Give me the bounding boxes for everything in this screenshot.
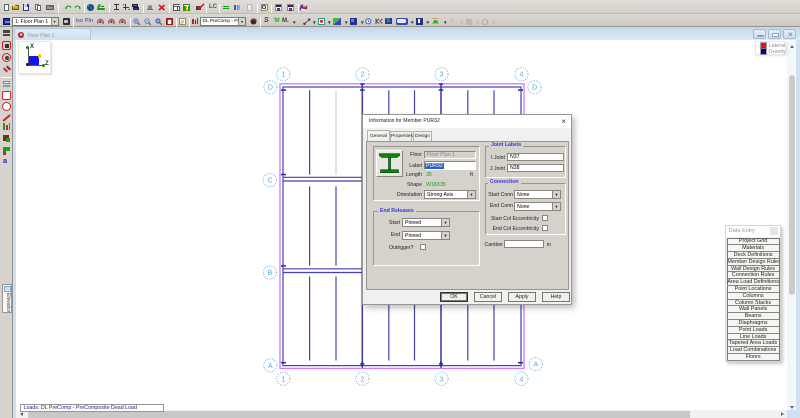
svg-text:D: D — [268, 85, 273, 92]
svg-text:1: 1 — [281, 72, 285, 79]
svg-text:A: A — [533, 362, 538, 369]
svg-text:D: D — [532, 85, 537, 92]
svg-text:4: 4 — [519, 376, 523, 383]
svg-text:C: C — [267, 178, 272, 185]
svg-text:3: 3 — [440, 376, 444, 383]
svg-text:2: 2 — [360, 376, 364, 383]
svg-text:1: 1 — [281, 376, 285, 383]
svg-text:2: 2 — [360, 72, 364, 79]
svg-text:3: 3 — [440, 72, 444, 79]
svg-text:A: A — [268, 363, 273, 370]
svg-text:B: B — [268, 270, 273, 277]
svg-text:4: 4 — [519, 72, 523, 79]
